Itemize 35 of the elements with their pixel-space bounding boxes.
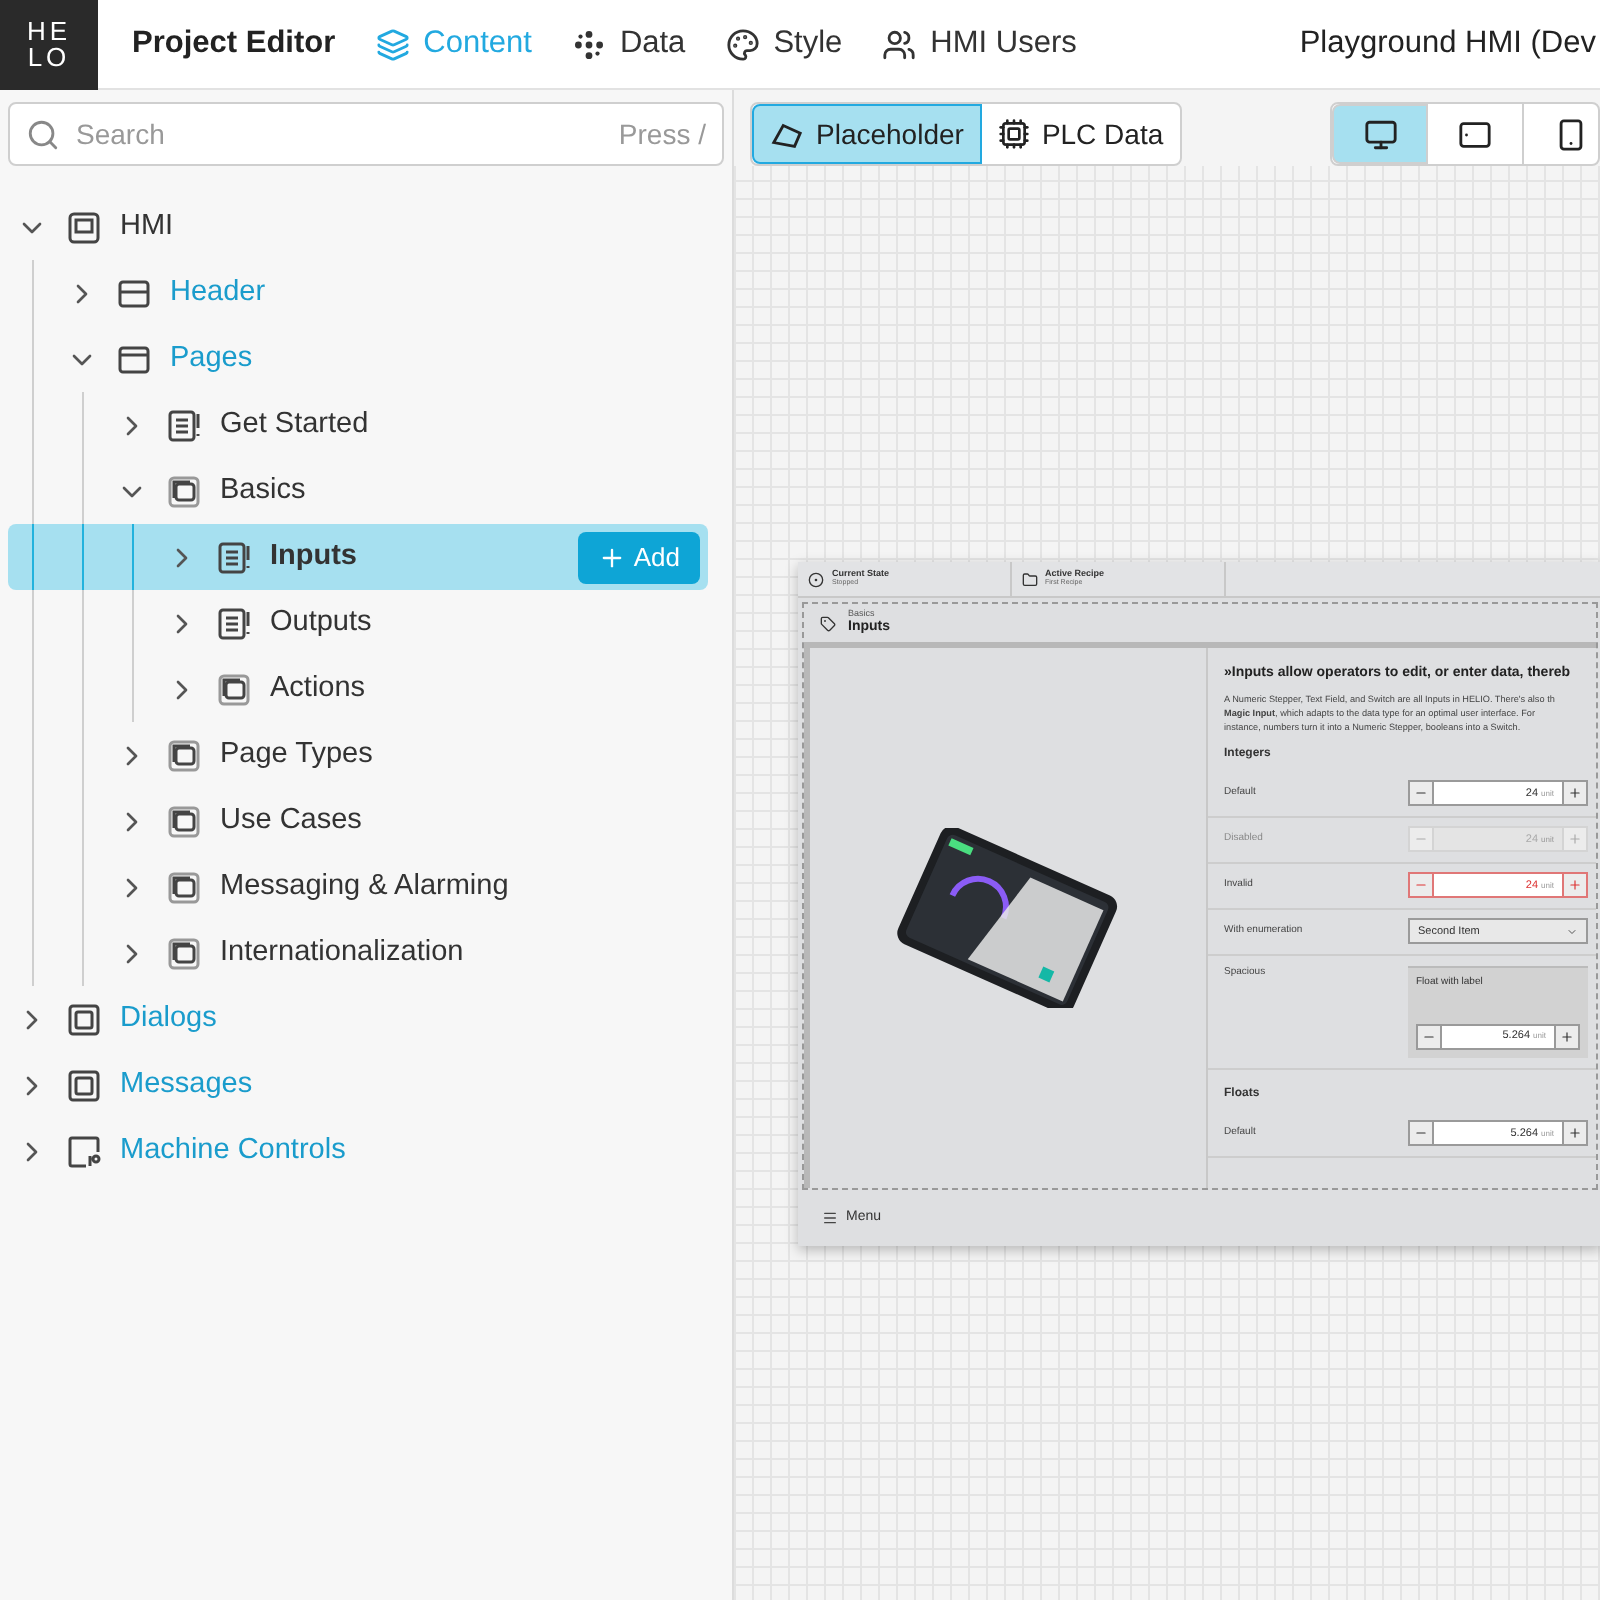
- tree-row[interactable]: Messaging & Alarming: [0, 854, 732, 920]
- tree-label: Use Cases: [220, 801, 362, 840]
- view-toggle-tab[interactable]: PLC Data: [981, 104, 1180, 164]
- app-logo[interactable]: HE LO: [0, 0, 98, 89]
- tree-label: Machine Controls: [120, 1131, 346, 1170]
- tree-label: Messaging & Alarming: [220, 867, 509, 906]
- nav-tab[interactable]: HMI Users: [882, 20, 1077, 68]
- tree-row[interactable]: Use Cases: [0, 788, 732, 854]
- tree-label: Pages: [170, 339, 253, 378]
- tree-row[interactable]: Outputs: [0, 590, 732, 656]
- app-title: Project Editor: [132, 24, 336, 65]
- tree-label: Inputs: [270, 537, 357, 576]
- tree-label: Outputs: [270, 603, 372, 642]
- tree-label: Get Started: [220, 405, 369, 444]
- tree-row[interactable]: Get Started: [0, 392, 732, 458]
- nav-tab[interactable]: Style: [725, 20, 843, 68]
- tree-label: Basics: [220, 471, 306, 510]
- tree-row[interactable]: Actions: [0, 656, 732, 722]
- tree-row[interactable]: Page Types: [0, 722, 732, 788]
- project-name: Playground HMI (Dev: [1299, 24, 1596, 65]
- nav-tab[interactable]: Data: [571, 20, 686, 68]
- tree-label: Actions: [270, 669, 366, 708]
- tree-label: Header: [170, 273, 266, 312]
- tree-label: Page Types: [220, 735, 373, 774]
- tree-row[interactable]: Inputs Add: [8, 524, 708, 590]
- shortcut-hint: Press /: [618, 115, 706, 153]
- tree-row[interactable]: HMI: [0, 194, 732, 260]
- tree-label: Messages: [120, 1065, 253, 1104]
- tree-row[interactable]: Basics: [0, 458, 732, 524]
- tree-row[interactable]: Internationalization: [0, 920, 732, 986]
- view-toggle-tab[interactable]: Placeholder: [752, 104, 982, 164]
- tree-label: HMI: [120, 207, 174, 246]
- tree-label: Dialogs: [120, 999, 217, 1038]
- search-input[interactable]: Search: [76, 113, 603, 155]
- tree-label: Internationalization: [220, 933, 464, 972]
